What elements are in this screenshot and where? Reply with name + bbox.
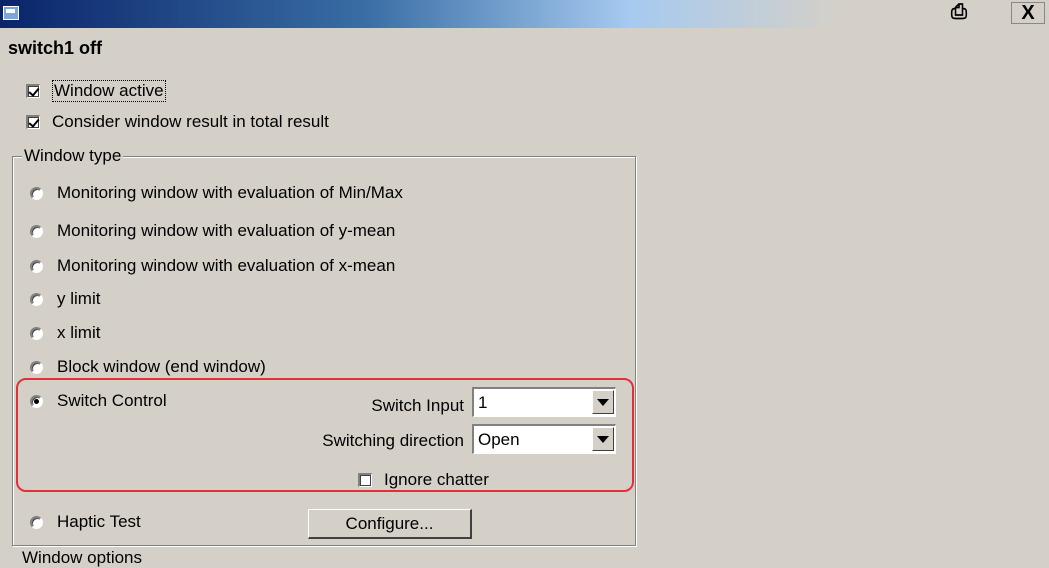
- radio-x-mean[interactable]: Monitoring window with evaluation of x-m…: [30, 256, 395, 276]
- radio-haptic-test[interactable]: Haptic Test: [30, 512, 141, 532]
- radio-label: y limit: [57, 289, 101, 308]
- radio-label: Block window (end window): [57, 357, 266, 376]
- ignore-chatter-checkbox[interactable]: Ignore chatter: [358, 470, 489, 490]
- window-active-label: Window active: [52, 80, 166, 102]
- radio-block-window[interactable]: Block window (end window): [30, 357, 266, 377]
- radio-y-limit[interactable]: y limit: [30, 289, 100, 309]
- radio-min-max[interactable]: Monitoring window with evaluation of Min…: [30, 183, 403, 203]
- window-options-legend: Window options: [22, 548, 143, 567]
- radio-button[interactable]: [30, 326, 43, 340]
- radio-button[interactable]: [30, 515, 43, 529]
- checkbox-box[interactable]: [358, 473, 372, 487]
- app-icon: [3, 6, 19, 20]
- switch-input-value: 1: [478, 392, 488, 412]
- consider-result-checkbox[interactable]: Consider window result in total result: [26, 112, 329, 132]
- switching-direction-label: Switching direction: [322, 431, 464, 450]
- switch-input-label: Switch Input: [371, 396, 464, 415]
- radio-switch-control[interactable]: Switch Control: [30, 391, 167, 411]
- radio-label: Monitoring window with evaluation of x-m…: [57, 256, 396, 275]
- radio-label: Switch Control: [57, 391, 167, 410]
- radio-label: Haptic Test: [57, 512, 141, 531]
- radio-y-mean[interactable]: Monitoring window with evaluation of y-m…: [30, 221, 395, 241]
- consider-result-label: Consider window result in total result: [52, 112, 329, 131]
- radio-button[interactable]: [30, 224, 43, 238]
- checkbox-box[interactable]: [26, 115, 40, 129]
- ignore-chatter-label: Ignore chatter: [384, 470, 489, 489]
- chevron-down-icon[interactable]: [592, 390, 614, 414]
- chevron-down-icon[interactable]: [592, 427, 614, 451]
- radio-x-limit[interactable]: x limit: [30, 323, 100, 343]
- radio-label: Monitoring window with evaluation of y-m…: [57, 221, 396, 240]
- checkbox-box[interactable]: [26, 84, 40, 98]
- switch-input-select[interactable]: 1: [472, 387, 616, 417]
- print-icon[interactable]: ⎙: [944, 0, 974, 24]
- radio-button[interactable]: [30, 360, 43, 374]
- radio-button[interactable]: [30, 259, 43, 273]
- radio-button[interactable]: [30, 186, 43, 200]
- window-type-legend: Window type: [22, 146, 124, 166]
- title-bar: ⎙ X: [0, 0, 1049, 28]
- window-active-checkbox[interactable]: Window active: [26, 80, 166, 102]
- window-heading: switch1 off: [8, 38, 103, 58]
- configure-button[interactable]: Configure...: [308, 509, 472, 539]
- switching-direction-select[interactable]: Open: [472, 424, 616, 454]
- switching-direction-value: Open: [478, 429, 520, 449]
- close-button[interactable]: X: [1011, 2, 1045, 24]
- radio-label: Monitoring window with evaluation of Min…: [57, 183, 403, 202]
- radio-button[interactable]: [30, 292, 43, 306]
- radio-button[interactable]: [30, 394, 43, 408]
- radio-label: x limit: [57, 323, 101, 342]
